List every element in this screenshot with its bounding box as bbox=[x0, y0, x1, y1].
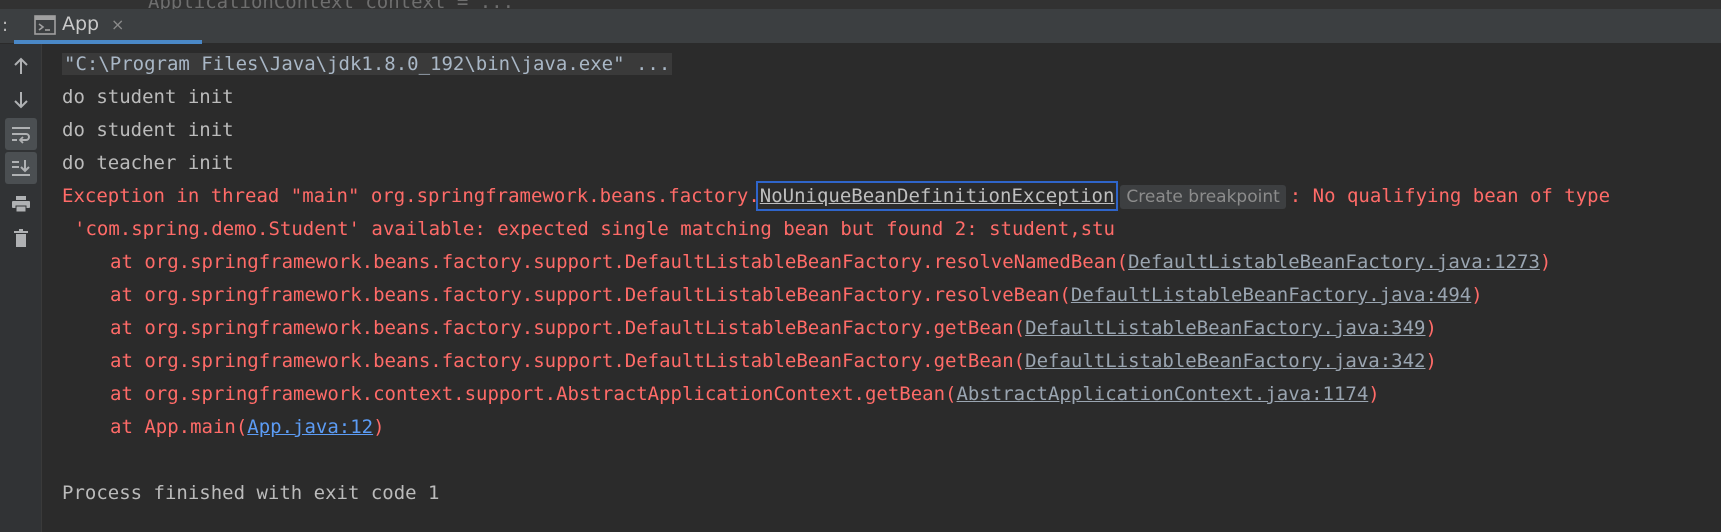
tab-label: App bbox=[62, 13, 100, 35]
java-command[interactable]: "C:\Program Files\Java\jdk1.8.0_192\bin\… bbox=[62, 53, 673, 75]
source-link[interactable]: App.java:12 bbox=[247, 416, 373, 438]
source-link[interactable]: DefaultListableBeanFactory.java:494 bbox=[1071, 284, 1471, 306]
stack-frame-close: ) bbox=[1471, 284, 1483, 306]
stack-frame-close: ) bbox=[1425, 350, 1437, 372]
stack-frame: at org.springframework.beans.factory.sup… bbox=[62, 345, 1721, 378]
stack-frame-text: at org.springframework.beans.factory.sup… bbox=[110, 251, 1129, 273]
down-arrow-icon[interactable] bbox=[5, 84, 37, 116]
up-arrow-icon[interactable] bbox=[5, 50, 37, 82]
editor-edge: ApplicationContext context = ... bbox=[0, 0, 1721, 9]
exception-message: : No qualifying bean of type bbox=[1289, 185, 1611, 207]
stack-frame: at org.springframework.beans.factory.sup… bbox=[62, 279, 1721, 312]
stack-frame-text: at org.springframework.context.support.A… bbox=[110, 383, 957, 405]
stack-frame-close: ) bbox=[1368, 383, 1380, 405]
stack-frame-close: ) bbox=[373, 416, 385, 438]
output-line: do teacher init bbox=[62, 152, 234, 174]
command-line: "C:\Program Files\Java\jdk1.8.0_192\bin\… bbox=[62, 48, 1721, 81]
source-link[interactable]: DefaultListableBeanFactory.java:342 bbox=[1025, 350, 1425, 372]
tabbar-prefix: : bbox=[2, 15, 9, 36]
stack-frame-text: at org.springframework.beans.factory.sup… bbox=[110, 350, 1026, 372]
run-tab-bar: : App × bbox=[0, 9, 1721, 44]
stack-frame-close: ) bbox=[1539, 251, 1552, 273]
exception-line: Exception in thread "main" org.springfra… bbox=[62, 180, 1721, 213]
source-link[interactable]: DefaultListableBeanFactory.java:349 bbox=[1025, 317, 1425, 339]
output-line: do student init bbox=[62, 86, 234, 108]
stack-frame-text: at App.main( bbox=[110, 416, 248, 438]
scroll-to-end-icon[interactable] bbox=[5, 152, 37, 184]
clear-all-icon[interactable] bbox=[5, 222, 37, 254]
stack-frame: at org.springframework.beans.factory.sup… bbox=[62, 312, 1721, 345]
console-output: "C:\Program Files\Java\jdk1.8.0_192\bin\… bbox=[62, 48, 1721, 510]
stack-frame: at App.main(App.java:12) bbox=[62, 411, 1721, 444]
stack-frame-text: at org.springframework.beans.factory.sup… bbox=[110, 284, 1071, 306]
source-link[interactable]: AbstractApplicationContext.java:1174 bbox=[956, 383, 1368, 405]
create-breakpoint-button[interactable]: Create breakpoint bbox=[1120, 184, 1286, 209]
exit-status: Process finished with exit code 1 bbox=[62, 482, 440, 504]
soft-wrap-icon[interactable] bbox=[5, 118, 37, 150]
stack-frame-close: ) bbox=[1425, 317, 1437, 339]
print-icon[interactable] bbox=[5, 188, 37, 220]
editor-code-fragment: ApplicationContext context = ... bbox=[148, 0, 514, 9]
stack-frame-text: at org.springframework.beans.factory.sup… bbox=[110, 317, 1026, 339]
tab-app[interactable]: App × bbox=[14, 9, 202, 44]
source-link[interactable]: DefaultListableBeanFactory.java:1273 bbox=[1128, 251, 1540, 273]
stack-frame: at org.springframework.beans.factory.sup… bbox=[62, 246, 1721, 279]
exception-continuation: 'com.spring.demo.Student' available: exp… bbox=[74, 218, 1115, 240]
stack-frame: at org.springframework.context.support.A… bbox=[62, 378, 1721, 411]
close-icon[interactable]: × bbox=[111, 15, 124, 34]
output-line: do student init bbox=[62, 119, 234, 141]
exception-class-link[interactable]: NoUniqueBeanDefinitionException bbox=[755, 181, 1119, 211]
console-icon bbox=[34, 15, 56, 35]
console-toolbar bbox=[0, 44, 42, 532]
exception-prefix: Exception in thread "main" org.springfra… bbox=[62, 185, 760, 207]
